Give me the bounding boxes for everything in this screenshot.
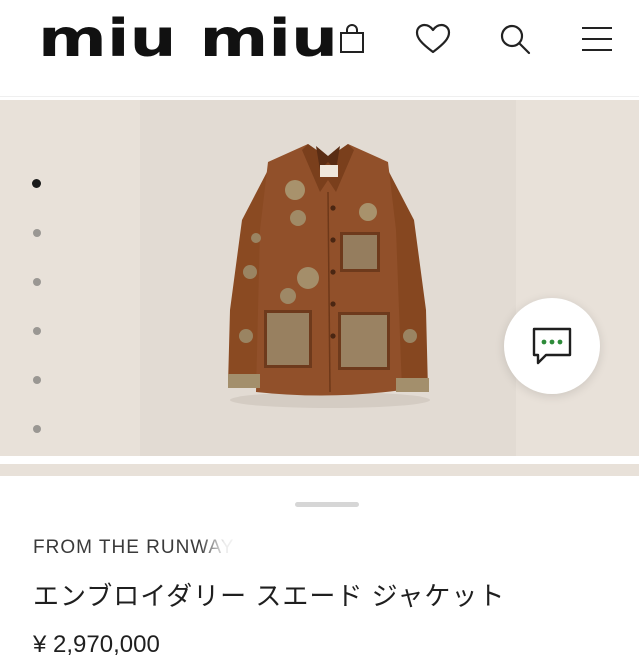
gallery-dot-2[interactable] bbox=[33, 229, 41, 237]
brand-logo[interactable]: miu miu bbox=[38, 14, 338, 62]
gallery-dot-5[interactable] bbox=[33, 376, 41, 384]
search-icon[interactable] bbox=[496, 20, 534, 58]
gallery-pagination bbox=[30, 175, 44, 445]
collection-label-fade bbox=[200, 534, 260, 560]
gallery-dot-1[interactable] bbox=[32, 179, 41, 188]
product-name: エンブロイダリー スエード ジャケット bbox=[33, 581, 506, 611]
product-price: ¥ 2,970,000 bbox=[33, 631, 160, 658]
chat-button[interactable] bbox=[504, 298, 600, 394]
next-image-peek bbox=[0, 464, 639, 476]
jacket-illustration bbox=[228, 144, 430, 408]
product-page: miu miu FROM THE RUNWAY エンブロイダリー スエード ジャ… bbox=[0, 0, 639, 667]
gallery-dot-6[interactable] bbox=[33, 425, 41, 433]
product-info-sheet: FROM THE RUNWAY エンブロイダリー スエード ジャケット ¥ 2,… bbox=[0, 476, 639, 667]
shopping-bag-icon[interactable] bbox=[333, 20, 371, 58]
header: miu miu bbox=[0, 0, 639, 97]
chat-bubble-icon bbox=[532, 327, 572, 365]
product-photo[interactable] bbox=[140, 100, 516, 456]
heart-icon[interactable] bbox=[414, 20, 452, 58]
gallery-dot-3[interactable] bbox=[33, 278, 41, 286]
sheet-drag-handle[interactable] bbox=[295, 502, 359, 507]
gallery-dot-4[interactable] bbox=[33, 327, 41, 335]
brand-logo-text: miu miu bbox=[38, 14, 338, 62]
product-image-gallery[interactable] bbox=[0, 100, 639, 456]
menu-icon[interactable] bbox=[578, 20, 616, 58]
